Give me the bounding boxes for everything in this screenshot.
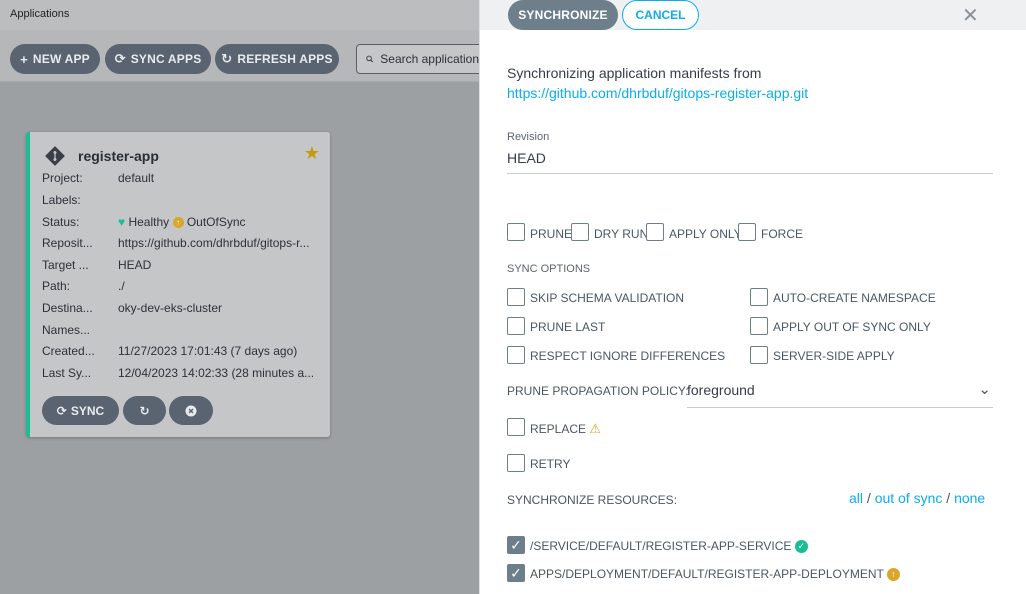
resource-filter-links: all / out of sync / none (849, 490, 986, 506)
prune-label: PRUNE (530, 227, 573, 241)
prune-checkbox[interactable] (507, 223, 525, 241)
card-refresh-button[interactable]: ↻ (123, 396, 166, 425)
out-of-sync-icon: ↑ (886, 568, 900, 582)
field-status: Status: ♥ Healthy ↑ OutOfSync (42, 215, 246, 229)
out-of-sync-icon: ↑ (172, 217, 184, 229)
warning-icon: ⚠ (589, 421, 602, 436)
dry-run-checkbox[interactable] (571, 223, 589, 241)
replace-checkbox[interactable] (507, 418, 525, 436)
close-icon[interactable]: ✕ (962, 3, 979, 28)
resource-service-label: /SERVICE/DEFAULT/REGISTER-APP-SERVICE ✓ (530, 539, 808, 554)
sync-apps-button[interactable]: ⟳ SYNC APPS (105, 44, 211, 74)
respect-ignore-differences-checkbox[interactable] (507, 346, 525, 364)
resource-deployment-label: APPS/DEPLOYMENT/DEFAULT/REGISTER-APP-DEP… (530, 567, 900, 582)
sync-options-label: SYNC OPTIONS (507, 263, 591, 275)
skip-schema-validation-checkbox[interactable] (507, 288, 525, 306)
field-target: Target ... HEAD (42, 258, 152, 272)
delete-icon (185, 405, 197, 416)
git-icon (45, 146, 65, 166)
repo-url-link[interactable]: https://github.com/dhrbduf/gitops-regist… (507, 85, 808, 101)
resource-deployment-checkbox[interactable]: ✓ (507, 564, 525, 582)
toolbar: + NEW APP ⟳ SYNC APPS ↻ REFRESH APPS Sea… (0, 30, 496, 82)
auto-create-namespace-checkbox[interactable] (750, 288, 768, 306)
search-icon (366, 55, 374, 63)
replace-label: REPLACE ⚠ (530, 421, 602, 436)
field-project: Project: default (42, 171, 155, 185)
auto-create-namespace-label: AUTO-CREATE NAMESPACE (773, 291, 936, 305)
synchronize-button[interactable]: SYNCHRONIZE (508, 0, 618, 30)
heart-icon: ♥ (118, 215, 126, 229)
filter-all-link[interactable]: all (849, 490, 863, 506)
plus-icon: + (20, 51, 28, 67)
sync-icon: ⟳ (56, 403, 67, 418)
apply-out-of-sync-only-label: APPLY OUT OF SYNC ONLY (773, 320, 931, 334)
sync-resources-label: SYNCHRONIZE RESOURCES: (507, 493, 678, 507)
filter-out-of-sync-link[interactable]: out of sync (875, 490, 943, 506)
refresh-apps-button[interactable]: ↻ REFRESH APPS (215, 44, 339, 74)
top-bar: Applications (0, 0, 480, 30)
prune-last-label: PRUNE LAST (530, 320, 606, 334)
retry-label: RETRY (530, 457, 571, 471)
star-icon[interactable]: ★ (304, 143, 320, 164)
search-input[interactable]: Search applications... (356, 44, 496, 74)
app-card[interactable]: register-app ★ Project: default Labels: S… (26, 132, 330, 437)
force-checkbox[interactable] (738, 223, 756, 241)
card-delete-button[interactable] (169, 396, 213, 425)
revision-underline (507, 173, 993, 174)
apply-only-checkbox[interactable] (646, 223, 664, 241)
prune-policy-label: PRUNE PROPAGATION POLICY: (507, 384, 689, 398)
card-sync-button[interactable]: ⟳ SYNC (42, 396, 119, 425)
synced-check-icon: ✓ (794, 540, 808, 554)
prune-last-checkbox[interactable] (507, 317, 525, 335)
cancel-button[interactable]: CANCEL (622, 0, 699, 30)
refresh-icon: ↻ (139, 403, 150, 418)
field-path: Path: ./ (42, 279, 125, 293)
revision-label: Revision (507, 131, 550, 143)
prune-policy-select[interactable]: foreground ⌄ (687, 378, 993, 408)
server-side-apply-checkbox[interactable] (750, 346, 768, 364)
apply-out-of-sync-only-checkbox[interactable] (750, 317, 768, 335)
health-status: Healthy (128, 215, 170, 229)
chevron-down-icon: ⌄ (978, 381, 991, 398)
page-title: Applications (10, 8, 70, 20)
server-side-apply-label: SERVER-SIDE APPLY (773, 349, 895, 363)
refresh-icon: ↻ (221, 51, 233, 66)
sync-panel: SYNCHRONIZE CANCEL ✕ Synchronizing appli… (479, 0, 1026, 594)
sync-from-text: Synchronizing application manifests from (507, 65, 762, 81)
respect-ignore-differences-label: RESPECT IGNORE DIFFERENCES (530, 349, 726, 363)
panel-header: SYNCHRONIZE CANCEL ✕ (480, 0, 1026, 30)
skip-schema-validation-label: SKIP SCHEMA VALIDATION (530, 291, 685, 305)
resource-service-checkbox[interactable]: ✓ (507, 536, 525, 554)
dry-run-label: DRY RUN (594, 227, 649, 241)
field-namespace: Names... (42, 323, 91, 337)
revision-input[interactable]: HEAD (507, 150, 546, 166)
force-label: FORCE (761, 227, 803, 241)
apply-only-label: APPLY ONLY (669, 227, 742, 241)
field-last-sync: Last Sy... 12/04/2023 14:02:33 (28 minute… (42, 366, 315, 380)
field-destination: Destina... oky-dev-eks-cluster (42, 301, 223, 315)
field-created: Created... 11/27/2023 17:01:43 (7 days ag… (42, 344, 298, 358)
sync-icon: ⟳ (114, 51, 126, 66)
field-labels: Labels: (42, 193, 81, 207)
field-repository: Reposit... https://github.com/dhrbduf/git… (42, 236, 310, 250)
app-name[interactable]: register-app (78, 148, 159, 164)
new-app-button[interactable]: + NEW APP (10, 44, 100, 74)
retry-checkbox[interactable] (507, 454, 525, 472)
filter-none-link[interactable]: none (954, 490, 985, 506)
prune-policy-value: foreground (687, 382, 755, 398)
sync-status: OutOfSync (186, 215, 246, 229)
